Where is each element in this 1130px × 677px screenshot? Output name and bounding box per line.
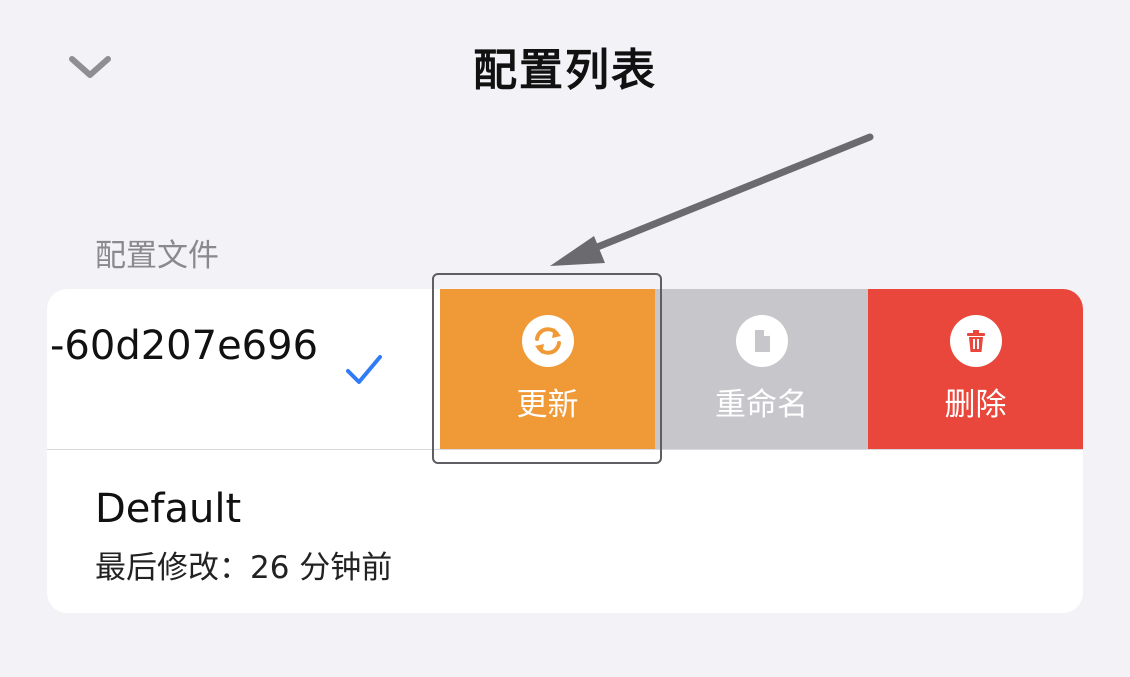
profile-row-default[interactable]: Default 最后修改：26 分钟前: [47, 450, 1083, 613]
trash-icon: [949, 315, 1002, 367]
rename-label: 重命名: [715, 387, 808, 423]
profile-name: -60d207e696: [50, 323, 319, 369]
update-label: 更新: [516, 387, 579, 423]
section-header: 配置文件: [95, 238, 219, 274]
last-modified-text: 最后修改：26 分钟前: [95, 550, 393, 586]
delete-label: 删除: [944, 387, 1007, 423]
checkmark-icon: [346, 355, 382, 384]
refresh-icon: [521, 315, 574, 367]
profile-list: -60d207e696 更新 重命名 删除 Default 最后修改：26 分钟…: [47, 289, 1083, 613]
page-title: 配置列表: [473, 45, 657, 96]
delete-button[interactable]: 删除: [868, 289, 1083, 450]
update-button[interactable]: 更新: [440, 289, 655, 450]
profile-list-sheet: 配置列表 配置文件 -60d207e696 更新 重命名 删除 Default …: [0, 0, 1130, 677]
profile-row-swiped[interactable]: -60d207e696 更新 重命名 删除: [47, 289, 1083, 450]
profile-name: Default: [95, 486, 242, 532]
rename-button[interactable]: 重命名: [655, 289, 868, 450]
document-icon: [735, 315, 788, 367]
